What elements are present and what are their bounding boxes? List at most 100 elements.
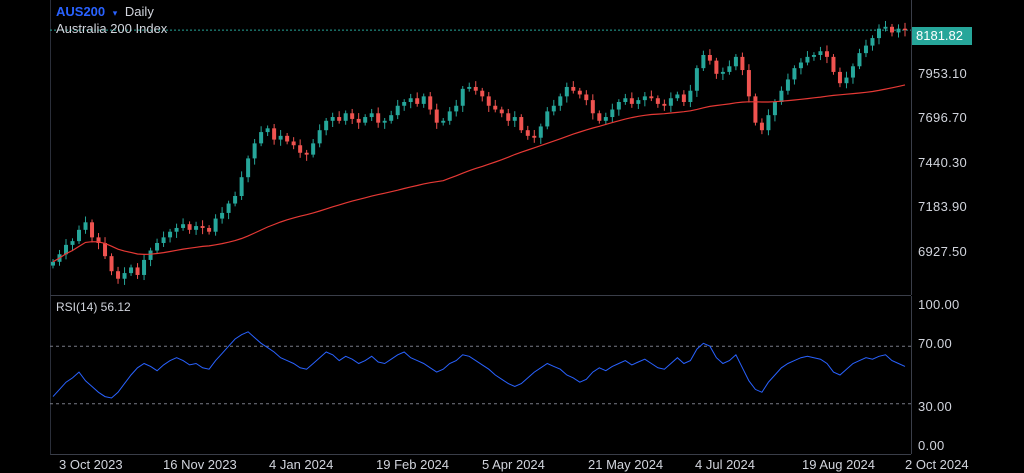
candle-body: [382, 120, 387, 123]
candle-body: [330, 117, 335, 121]
candle-body: [376, 113, 381, 123]
candle-body: [779, 90, 784, 102]
candle-body: [454, 105, 459, 112]
candle-body: [571, 86, 576, 91]
candle-body: [278, 135, 283, 140]
candle-body: [545, 111, 550, 127]
candle-body: [129, 267, 134, 274]
candle-body: [753, 96, 758, 123]
timeframe-label[interactable]: Daily: [125, 4, 154, 19]
candle-body: [421, 96, 426, 104]
candle-body: [538, 126, 543, 138]
price-tick: 7696.70: [918, 110, 968, 125]
candle-body: [480, 90, 485, 97]
candle-body: [785, 79, 790, 91]
rsi-axis[interactable]: 100.00 70.00 30.00 0.00: [911, 296, 1024, 454]
price-tick: 6927.50: [918, 244, 968, 259]
candle-body: [51, 261, 55, 266]
candle-body: [161, 237, 166, 243]
candle-body: [369, 113, 374, 118]
candle-body: [850, 66, 855, 78]
candle-body: [408, 98, 413, 102]
candle-body: [239, 177, 244, 196]
candle-body: [356, 118, 361, 123]
candle-body: [272, 128, 277, 140]
rsi-tick: 100.00: [918, 297, 960, 312]
candle-body: [616, 102, 621, 110]
candle-body: [304, 152, 309, 155]
candle-body: [636, 100, 641, 104]
candle-body: [135, 267, 140, 275]
candle-body: [805, 56, 810, 63]
candle-body: [844, 77, 849, 84]
price-tick: 7953.10: [918, 66, 968, 81]
candle-body: [90, 222, 95, 238]
candle-body: [486, 96, 491, 106]
time-tick: 5 Apr 2024: [482, 457, 545, 472]
candle-body: [187, 224, 192, 230]
candle-body: [363, 117, 368, 123]
candle-body: [746, 70, 751, 97]
candle-body: [519, 117, 524, 131]
candle-body: [668, 98, 673, 106]
candle-body: [727, 66, 732, 72]
time-tick: 4 Jul 2024: [695, 457, 755, 472]
candle-body: [649, 96, 654, 99]
rsi-tick: 30.00: [918, 399, 953, 414]
candle-body: [389, 115, 394, 121]
rsi-line: [52, 331, 906, 399]
chart-container[interactable]: AUS200 ▾ Daily Australia 200 Index RSI(1…: [0, 0, 1024, 473]
time-tick: 4 Jan 2024: [269, 457, 334, 472]
rsi-tick: 70.00: [918, 336, 953, 351]
price-tick: 7183.90: [918, 199, 968, 214]
candle-body: [447, 111, 452, 121]
symbol-legend: AUS200 ▾ Daily Australia 200 Index: [56, 4, 167, 37]
candle-body: [220, 212, 225, 219]
time-tick: 2 Oct 2024: [905, 457, 969, 472]
candle-body: [460, 88, 465, 106]
candle-body: [603, 117, 608, 121]
candle-body: [246, 158, 251, 178]
candle-body: [337, 117, 342, 121]
candle-body: [863, 45, 868, 54]
candle-body: [623, 98, 628, 102]
candle-body: [903, 28, 907, 31]
candle-body: [876, 28, 881, 39]
candle-body: [597, 113, 602, 121]
candle-body: [226, 203, 231, 213]
candle-body: [83, 222, 88, 230]
candle-body: [701, 55, 706, 69]
time-tick: 16 Nov 2023: [163, 457, 237, 472]
instrument-name: Australia 200 Index: [56, 21, 168, 36]
candle-body: [194, 226, 199, 230]
rsi-legend[interactable]: RSI(14) 56.12: [56, 300, 131, 314]
candle-body: [402, 102, 407, 106]
candle-body: [675, 94, 680, 99]
candle-body: [252, 143, 257, 159]
candle-body: [655, 98, 660, 104]
rsi-tick: 0.00: [918, 438, 945, 453]
candle-body: [707, 55, 712, 61]
candle-body: [265, 128, 270, 133]
candle-body: [200, 226, 205, 228]
candle-body: [103, 243, 108, 257]
candle-body: [181, 224, 186, 228]
candle-body: [324, 120, 329, 131]
candle-body: [824, 51, 829, 57]
candle-body: [259, 132, 264, 144]
time-axis[interactable]: 3 Oct 2023 16 Nov 2023 4 Jan 2024 19 Feb…: [50, 455, 1024, 473]
candle-body: [415, 98, 420, 104]
candle-body: [857, 53, 862, 67]
candle-body: [740, 56, 745, 71]
candle-body: [811, 55, 816, 57]
candle-body: [233, 196, 238, 204]
symbol-label[interactable]: AUS200: [56, 4, 105, 19]
candle-body: [532, 135, 537, 138]
candle-body: [467, 86, 472, 89]
candle-body: [558, 96, 563, 106]
candle-body: [642, 96, 647, 101]
chart-canvas: [50, 20, 911, 405]
dropdown-icon[interactable]: ▾: [113, 8, 118, 18]
candle-body: [343, 113, 348, 121]
candle-body: [311, 143, 316, 155]
